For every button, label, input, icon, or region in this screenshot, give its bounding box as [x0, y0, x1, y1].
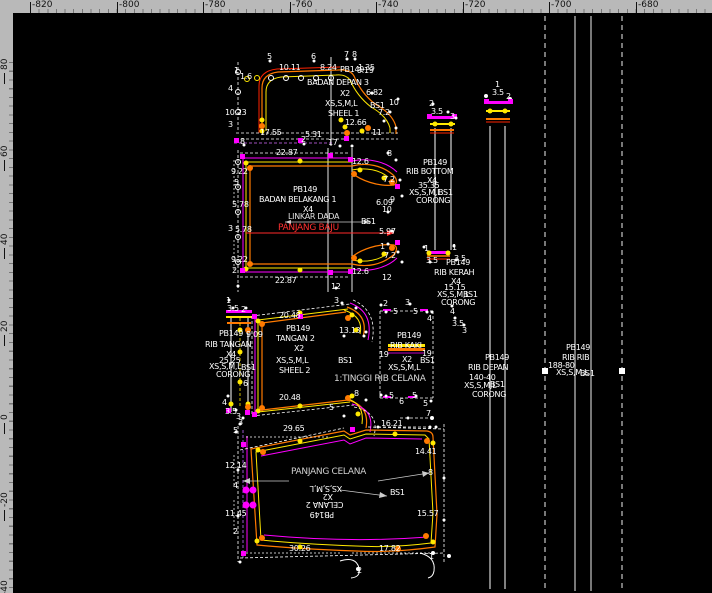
piece-rib-bottom-strip	[427, 103, 458, 251]
piece-rib-depan-strip	[484, 94, 513, 589]
pattern-cad-window: 567810.118.241.3511.64PB1499.19BADAN DEP…	[0, 0, 712, 593]
piece-celana-outline	[234, 423, 451, 579]
ruler-left-label--40: -40	[1, 580, 10, 593]
ruler-top-label--740: -740	[378, 1, 398, 10]
fold-lines	[328, 57, 352, 292]
ruler-top-label--800: -800	[119, 1, 139, 10]
piece-rib-kerah-bar	[423, 245, 466, 327]
ruler-corner	[0, 0, 13, 13]
ruler-top-label--760: -760	[292, 1, 312, 10]
ruler-top-label--820: -820	[32, 1, 52, 10]
ruler-left-label-40: 40	[1, 234, 10, 245]
pattern-geometry	[0, 0, 712, 593]
ruler-left-label-20: 20	[1, 321, 10, 332]
ruler-top-label--700: -700	[551, 1, 571, 10]
ruler-top-label--680: -680	[638, 1, 658, 10]
ruler-vertical: 80 60 40 20 0 -20 -40	[0, 13, 13, 593]
ruler-horizontal: -820 -800 -780 -760 -740 -720 -700 -680	[0, 0, 712, 13]
ruler-top-label--780: -780	[205, 1, 225, 10]
piece-tangan2-outline	[252, 300, 375, 436]
construction-lines	[542, 16, 625, 591]
piece-badan-depan-outline	[234, 58, 400, 148]
ruler-left-label-0: 0	[1, 414, 10, 420]
ruler-left-label-60: 60	[1, 146, 10, 157]
ruler-left-label-80: 80	[1, 59, 10, 70]
ruler-top-label--720: -720	[465, 1, 485, 10]
piece-rib-kaki-outline	[377, 303, 435, 429]
piece-rib-tangan-strip	[226, 299, 252, 420]
drawing-canvas[interactable]: 567810.118.241.3511.64PB1499.19BADAN DEP…	[0, 0, 712, 593]
ruler-left-label--20: -20	[1, 492, 10, 507]
piece-badan-belakang-outline	[234, 143, 404, 293]
